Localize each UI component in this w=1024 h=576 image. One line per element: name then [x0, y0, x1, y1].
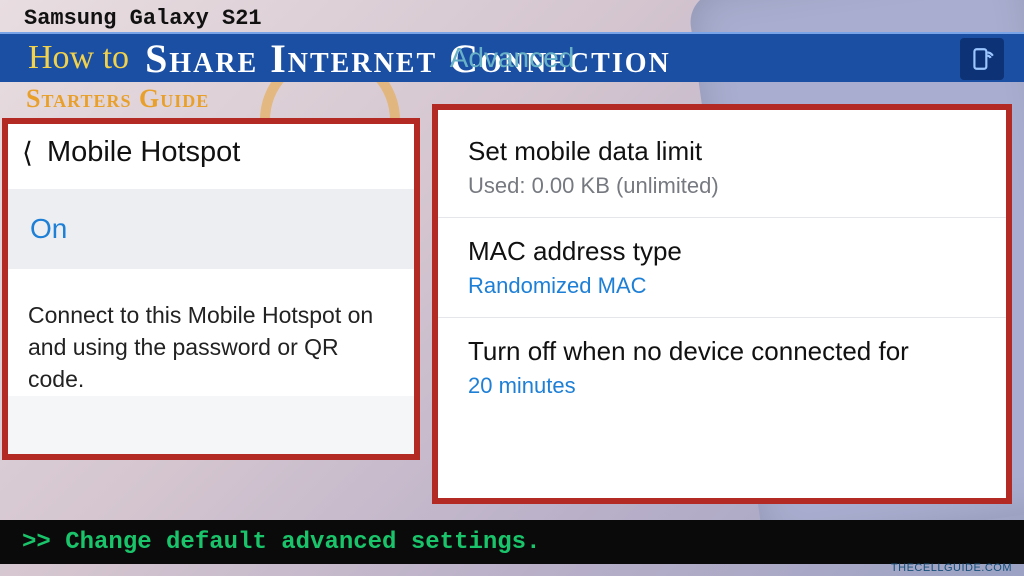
setting-title: Set mobile data limit [468, 136, 976, 167]
overlay-modal-title: Advanced [450, 42, 575, 74]
setting-subtext: Used: 0.00 KB (unlimited) [468, 173, 976, 199]
step-caption: >> Change default advanced settings. [0, 520, 1024, 564]
setting-subtext: Randomized MAC [468, 273, 976, 299]
subtitle-label: Starters Guide [26, 84, 209, 114]
watermark: THECELLGUIDE.COM [891, 562, 1012, 574]
panel-header: ⟨ Mobile Hotspot [8, 124, 414, 189]
setting-subtext: 20 minutes [468, 373, 976, 399]
setting-data-limit[interactable]: Set mobile data limit Used: 0.00 KB (unl… [438, 118, 1006, 218]
setting-timeout[interactable]: Turn off when no device connected for 20… [438, 318, 1006, 417]
phone-signal-icon [960, 38, 1004, 80]
advanced-settings-panel: Set mobile data limit Used: 0.00 KB (unl… [432, 104, 1012, 504]
back-icon[interactable]: ⟨ [22, 136, 33, 169]
hotspot-status: On [30, 213, 67, 244]
mobile-hotspot-panel: ⟨ Mobile Hotspot On Connect to this Mobi… [2, 118, 420, 460]
device-model-label: Samsung Galaxy S21 [24, 6, 262, 31]
hotspot-description: Connect to this Mobile Hotspot on and us… [8, 269, 414, 396]
banner-title: Share Internet Connection [145, 35, 671, 82]
how-to-prefix: How to [28, 39, 129, 77]
setting-title: MAC address type [468, 236, 976, 267]
hotspot-toggle-row[interactable]: On [8, 189, 414, 269]
setting-mac-type[interactable]: MAC address type Randomized MAC [438, 218, 1006, 318]
hotspot-title: Mobile Hotspot [47, 136, 240, 169]
setting-title: Turn off when no device connected for [468, 336, 976, 367]
